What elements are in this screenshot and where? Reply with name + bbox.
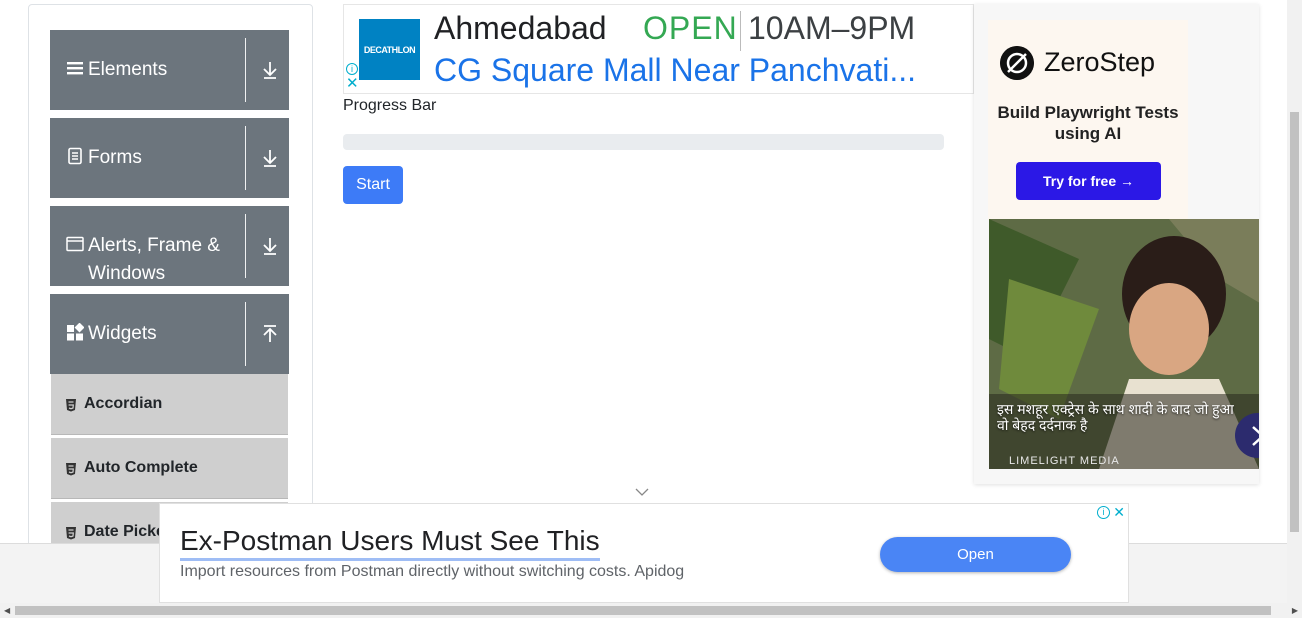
progress-bar-label: Progress Bar bbox=[343, 97, 437, 114]
divider bbox=[245, 38, 246, 102]
try-for-free-button[interactable]: Try for free → bbox=[1016, 162, 1161, 200]
scroll-right-arrow-icon[interactable]: ▶ bbox=[1292, 606, 1298, 615]
chevron-down-icon[interactable] bbox=[635, 488, 649, 496]
vertical-scrollbar[interactable] bbox=[1287, 0, 1302, 603]
divider bbox=[245, 302, 246, 366]
ad-info-icon[interactable]: i bbox=[346, 63, 358, 75]
sidebar-group-label: Forms bbox=[88, 147, 142, 168]
photo-ad-source: LIMELIGHT MEDIA bbox=[1009, 455, 1120, 467]
sidebar-group-label: Alerts, Frame & Windows bbox=[88, 235, 220, 284]
chevron-right-icon bbox=[1251, 425, 1259, 446]
upload-arrow-icon bbox=[263, 325, 277, 342]
download-arrow-icon bbox=[263, 150, 277, 167]
sidebar-item-accordian[interactable]: Accordian bbox=[51, 374, 288, 435]
sidebar-group-alerts[interactable]: Alerts, Frame & Windows bbox=[50, 206, 289, 286]
photo-ad-caption: इस मशहूर एक्ट्रेस के साथ शादी के बाद जो … bbox=[997, 401, 1234, 433]
widgets-icon bbox=[67, 323, 84, 341]
html5-shield-icon bbox=[66, 527, 76, 540]
scrollbar-thumb[interactable] bbox=[15, 606, 1271, 615]
progress-bar bbox=[343, 134, 944, 150]
ad-city: Ahmedabad bbox=[434, 10, 607, 46]
ad-open-status: OPEN bbox=[643, 10, 738, 46]
hamburger-icon bbox=[67, 62, 83, 75]
window-icon bbox=[66, 236, 84, 252]
divider bbox=[245, 214, 246, 278]
bottom-ad-description: Import resources from Postman directly w… bbox=[180, 563, 685, 580]
ad-close-icon[interactable]: ✕ bbox=[346, 76, 359, 91]
divider bbox=[245, 126, 246, 190]
zerostep-logo-icon bbox=[1000, 46, 1034, 80]
scroll-left-arrow-icon[interactable]: ◀ bbox=[4, 606, 10, 615]
scrollbar-thumb[interactable] bbox=[1290, 112, 1299, 532]
download-arrow-icon bbox=[263, 62, 277, 79]
zerostep-brand: ZeroStep bbox=[1044, 47, 1156, 77]
bottom-ad-banner[interactable]: Ex-Postman Users Must See This Import re… bbox=[159, 503, 1129, 603]
left-sidebar: Elements Forms Alerts, Frame & Windows W… bbox=[28, 4, 313, 564]
zerostep-tagline: Build Playwright Tests using AI bbox=[997, 103, 1179, 143]
divider bbox=[740, 11, 741, 51]
bottom-ad-headline[interactable]: Ex-Postman Users Must See This bbox=[180, 524, 600, 561]
ad-close-icon[interactable]: ✕ bbox=[1113, 504, 1125, 521]
right-ad-panel[interactable]: ZeroStep Build Playwright Tests using AI… bbox=[974, 4, 1259, 484]
page: Elements Forms Alerts, Frame & Windows W… bbox=[0, 0, 1302, 618]
zerostep-ad-card[interactable]: ZeroStep Build Playwright Tests using AI… bbox=[988, 20, 1188, 220]
document-icon bbox=[68, 147, 82, 165]
top-ad-banner[interactable]: DECATHLON Ahmedabad OPEN 10AM–9PM CG Squ… bbox=[343, 4, 974, 94]
sidebar-item-label: Accordian bbox=[84, 395, 163, 412]
sidebar-group-elements[interactable]: Elements bbox=[50, 30, 289, 110]
start-button[interactable]: Start bbox=[343, 166, 403, 204]
sidebar-group-label: Elements bbox=[88, 59, 168, 80]
sidebar-item-label: Auto Complete bbox=[84, 459, 198, 476]
sidebar-group-label: Widgets bbox=[88, 323, 157, 344]
download-arrow-icon bbox=[263, 238, 277, 255]
horizontal-scrollbar[interactable]: ◀ ▶ bbox=[0, 603, 1302, 618]
ad-address-link[interactable]: CG Square Mall Near Panchvati... bbox=[434, 52, 916, 89]
ad-info-icon[interactable]: i bbox=[1097, 506, 1110, 519]
sidebar-item-auto-complete[interactable]: Auto Complete bbox=[51, 438, 288, 499]
html5-shield-icon bbox=[66, 463, 76, 476]
photo-ad[interactable]: इस मशहूर एक्ट्रेस के साथ शादी के बाद जो … bbox=[989, 219, 1259, 469]
html5-shield-icon bbox=[66, 399, 76, 412]
ad-hours: 10AM–9PM bbox=[748, 10, 916, 46]
decathlon-logo: DECATHLON bbox=[359, 19, 420, 80]
sidebar-group-forms[interactable]: Forms bbox=[50, 118, 289, 198]
sidebar-group-widgets[interactable]: Widgets bbox=[50, 294, 289, 374]
open-button[interactable]: Open bbox=[880, 537, 1071, 572]
